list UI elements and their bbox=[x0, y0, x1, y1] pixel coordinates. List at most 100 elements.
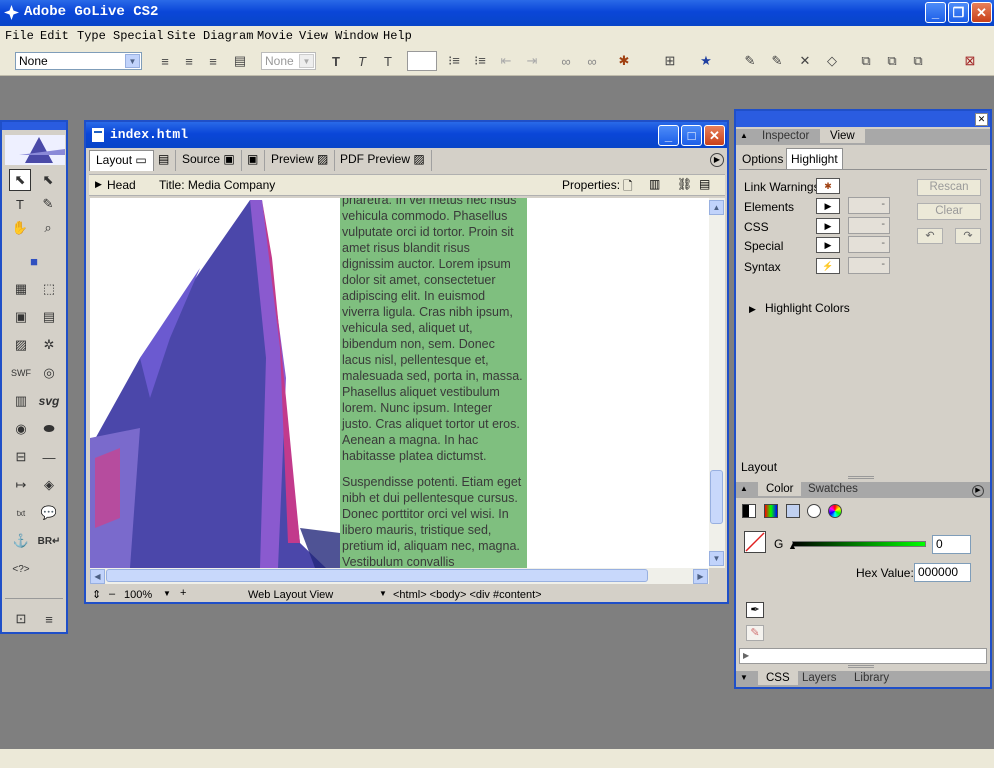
text-tool-icon[interactable]: T bbox=[9, 193, 31, 215]
menu-diagram[interactable]: Diagram bbox=[203, 29, 253, 43]
doc-minimize-button[interactable]: _ bbox=[658, 125, 679, 146]
tab-frame-editor[interactable]: ▤ bbox=[152, 150, 177, 171]
plugin-object-icon[interactable]: ✲ bbox=[38, 334, 60, 356]
scroll-down-icon[interactable]: ▼ bbox=[709, 551, 724, 566]
markup-tree-breadcrumb[interactable]: <html> <body> <div #content> bbox=[393, 589, 542, 601]
select-tool-icon[interactable]: ⬉ bbox=[9, 169, 31, 191]
menu-view[interactable]: View bbox=[299, 29, 328, 43]
channel-value-input[interactable]: 0 bbox=[932, 535, 971, 554]
restore-button[interactable]: ❐ bbox=[948, 2, 969, 23]
teletype-icon[interactable]: T bbox=[378, 51, 398, 71]
doc-close-button[interactable]: ✕ bbox=[704, 125, 725, 146]
scroll-up-icon[interactable]: ▲ bbox=[709, 200, 724, 215]
link-warnings-bug-button[interactable]: ✱ bbox=[816, 178, 840, 194]
clear-button[interactable]: Clear bbox=[917, 203, 981, 220]
chain-icon[interactable]: ⛓ bbox=[677, 177, 692, 191]
menu-type[interactable]: Type bbox=[77, 29, 106, 43]
filmstrip-icon[interactable]: ▥ bbox=[649, 177, 660, 191]
list-style-icon[interactable]: ▤ bbox=[230, 51, 250, 71]
pen-icon[interactable]: ✎ bbox=[740, 51, 760, 71]
zoom-out-icon[interactable]: – bbox=[109, 588, 115, 600]
bullet-list-icon[interactable]: ⁝≡ bbox=[470, 51, 490, 71]
color-pen-icon[interactable]: ✎ bbox=[746, 625, 764, 641]
bold-icon[interactable]: T bbox=[326, 51, 346, 71]
doc-maximize-button[interactable]: □ bbox=[681, 125, 702, 146]
menu-file[interactable]: File bbox=[5, 29, 34, 43]
align-left-icon[interactable]: ≡ bbox=[155, 51, 175, 71]
rescan-button[interactable]: Rescan bbox=[917, 179, 981, 196]
highlight-colors-label[interactable]: Highlight Colors bbox=[765, 301, 850, 315]
minimize-button[interactable]: _ bbox=[925, 2, 946, 23]
tab-view[interactable]: View bbox=[820, 129, 865, 143]
subtab-highlight[interactable]: Highlight bbox=[786, 148, 843, 170]
scroll-left-icon[interactable]: ◀ bbox=[90, 569, 105, 584]
spacer-object-icon[interactable]: ↦ bbox=[10, 474, 32, 496]
quicktime-object-icon[interactable]: ◎ bbox=[38, 362, 60, 384]
encoding-menu-icon[interactable]: ▤ bbox=[699, 177, 710, 191]
tab-library[interactable]: Library bbox=[854, 672, 889, 684]
cross-tool-icon[interactable]: ✕ bbox=[795, 51, 815, 71]
palette-options-icon[interactable]: ≡ bbox=[38, 608, 60, 630]
view-mode[interactable]: Web Layout View bbox=[248, 589, 333, 601]
vertical-scrollbar[interactable]: ▲ ▼ bbox=[709, 198, 725, 568]
pencil-icon[interactable]: ✎ bbox=[767, 51, 787, 71]
font-size-select[interactable]: None ▼ bbox=[261, 52, 316, 70]
menu-window[interactable]: Window bbox=[335, 29, 378, 43]
menu-movie[interactable]: Movie bbox=[257, 29, 293, 43]
menu-special[interactable]: Special bbox=[113, 29, 163, 43]
redo-icon[interactable]: ↷ bbox=[955, 228, 981, 244]
layout-grid-object-icon[interactable]: ⬚ bbox=[38, 278, 60, 300]
scroll-right-icon[interactable]: ▶ bbox=[693, 569, 708, 584]
real-object-icon[interactable]: ▥ bbox=[10, 390, 32, 412]
zoom-level[interactable]: 100% bbox=[124, 589, 152, 601]
palette-switch-icon[interactable]: ⊠ bbox=[960, 51, 980, 71]
special-toggle-button[interactable]: ▶ bbox=[816, 237, 840, 253]
tab-source[interactable]: Source ▣ bbox=[176, 150, 242, 171]
italic-icon[interactable]: T bbox=[352, 51, 372, 71]
collapse-icon[interactable]: ▲ bbox=[740, 131, 748, 140]
comment-object-icon[interactable]: 💬 bbox=[38, 502, 60, 524]
css-toggle-button[interactable]: ▶ bbox=[816, 218, 840, 234]
layer-object-icon[interactable]: ▣ bbox=[10, 306, 32, 328]
color-name-field[interactable]: ▶ bbox=[739, 648, 987, 664]
bug-icon[interactable]: ✱ bbox=[614, 51, 634, 71]
collapse-icon[interactable]: ▲ bbox=[740, 484, 748, 493]
tab-inspector[interactable]: Inspector bbox=[762, 130, 809, 142]
resize-grip-icon[interactable] bbox=[848, 476, 874, 479]
menu-help[interactable]: Help bbox=[383, 29, 412, 43]
zoom-dropdown-icon[interactable]: ▼ bbox=[163, 589, 171, 598]
head-label[interactable]: Head bbox=[107, 178, 136, 192]
unlink-icon[interactable]: ∞ bbox=[582, 51, 602, 71]
link-icon[interactable]: ∞ bbox=[556, 51, 576, 71]
syntax-check-button[interactable]: ⚡ bbox=[816, 258, 840, 274]
indent-icon[interactable]: ⇥ bbox=[522, 51, 542, 71]
text-object-icon[interactable]: txt bbox=[10, 502, 32, 524]
page-properties-icon[interactable]: 🗋 bbox=[623, 177, 633, 198]
objects-category-icon[interactable]: ■ bbox=[23, 250, 45, 272]
duplicate-icon[interactable]: ⧉ bbox=[908, 51, 928, 71]
paste-icon[interactable]: ⧉ bbox=[882, 51, 902, 71]
rgb-slider-icon[interactable] bbox=[764, 504, 778, 518]
panel-close-icon[interactable]: ✕ bbox=[975, 113, 988, 126]
zoom-stepper-icon[interactable]: ⇕ bbox=[92, 588, 101, 601]
vertical-scroll-thumb[interactable] bbox=[710, 470, 723, 524]
tab-preview[interactable]: Preview ▨ bbox=[265, 150, 336, 171]
zoom-in-icon[interactable]: + bbox=[180, 587, 186, 599]
anchor-icon[interactable]: ⚓ bbox=[10, 530, 32, 552]
direct-select-tool-icon[interactable]: ⬉ bbox=[37, 169, 59, 191]
grayscale-slider-icon[interactable] bbox=[742, 504, 756, 518]
palette-menu-icon[interactable]: ⊡ bbox=[10, 608, 32, 630]
swf-object-icon[interactable]: SWF bbox=[10, 362, 32, 384]
align-center-icon[interactable]: ≡ bbox=[179, 51, 199, 71]
expand-head-icon[interactable]: ▶ bbox=[95, 179, 102, 190]
paragraph-style-select[interactable]: None ▼ bbox=[15, 52, 142, 70]
expand-icon[interactable]: ▼ bbox=[740, 673, 748, 682]
elements-toggle-button[interactable]: ▶ bbox=[816, 198, 840, 214]
star-icon[interactable]: ★ bbox=[696, 51, 716, 71]
object-icon[interactable]: ⊞ bbox=[660, 51, 680, 71]
tab-css[interactable]: CSS bbox=[758, 671, 798, 685]
java-object-icon[interactable]: ⬬ bbox=[38, 418, 60, 440]
color-wheel-icon[interactable] bbox=[828, 504, 842, 518]
align-right-icon[interactable]: ≡ bbox=[203, 51, 223, 71]
numbered-list-icon[interactable]: ⁝≡ bbox=[444, 51, 464, 71]
